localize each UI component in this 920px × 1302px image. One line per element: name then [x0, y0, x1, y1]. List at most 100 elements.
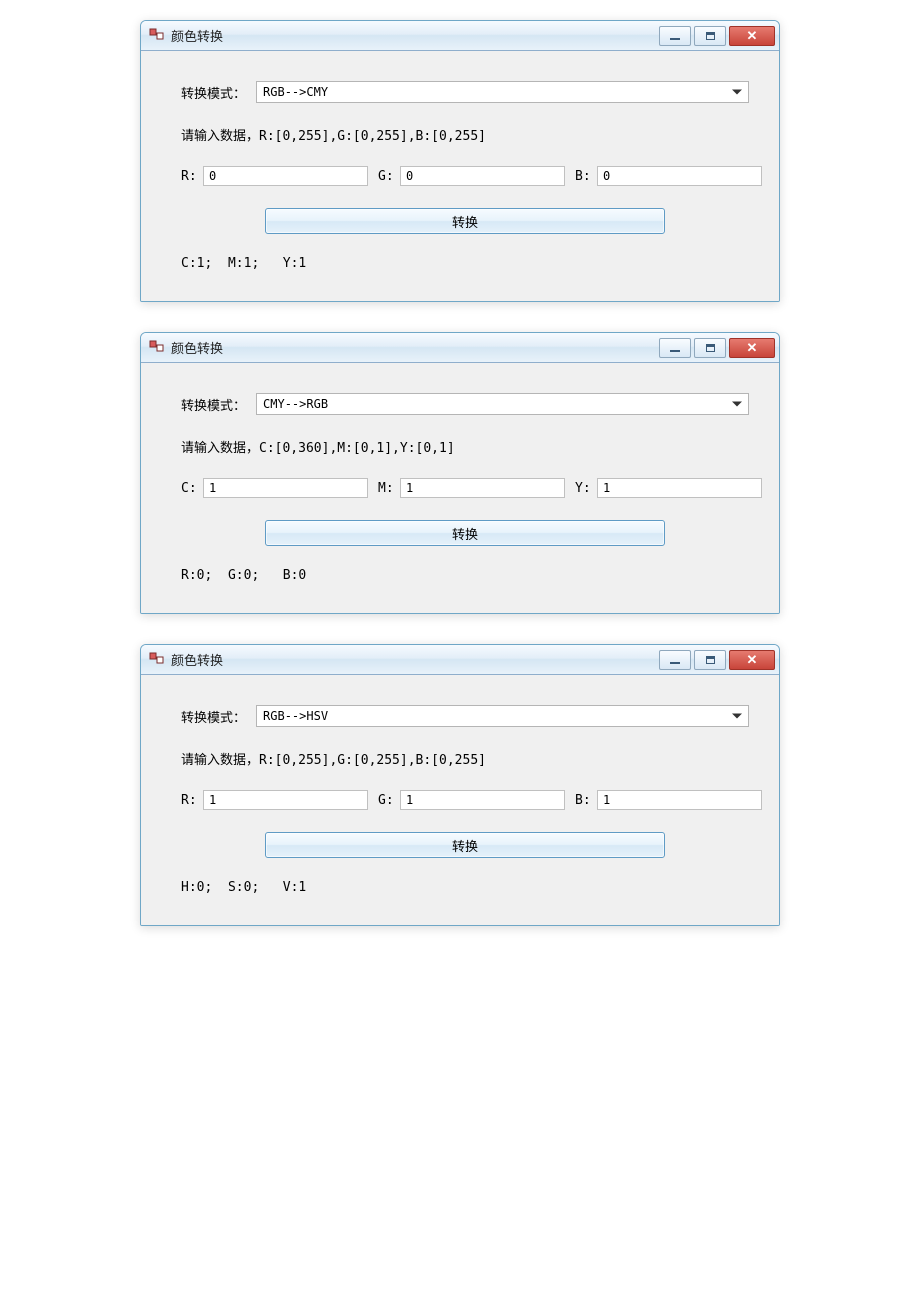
app-icon: [149, 28, 165, 44]
mode-label: 转换模式：: [181, 83, 246, 102]
titlebar[interactable]: 颜色转换 ✕: [141, 645, 779, 675]
input-group-1: C:: [181, 478, 368, 498]
input-group-3: B:: [575, 790, 762, 810]
maximize-button[interactable]: [694, 26, 726, 46]
input-group-1: R:: [181, 166, 368, 186]
input-group-3: B:: [575, 166, 762, 186]
convert-row: 转换: [181, 208, 749, 234]
window-title: 颜色转换: [171, 650, 223, 669]
input-label-1: R:: [181, 169, 203, 184]
mode-select[interactable]: CMY-->RGB: [256, 393, 749, 415]
minimize-button[interactable]: [659, 338, 691, 358]
convert-row: 转换: [181, 832, 749, 858]
mode-select[interactable]: RGB-->CMY: [256, 81, 749, 103]
inputs-row: C: M: Y:: [181, 478, 749, 498]
input-label-2: G:: [378, 169, 400, 184]
client-area: 转换模式： RGB-->CMY 请输入数据，R:[0,255],G:[0,255…: [141, 51, 779, 301]
inputs-row: R: G: B:: [181, 166, 749, 186]
window: 颜色转换 ✕ 转换模式： RGB-->CMY 请输入数据，R:[0,255],G…: [140, 20, 780, 302]
input-label-1: C:: [181, 481, 203, 496]
app-icon: [149, 340, 165, 356]
input-field-2[interactable]: [400, 478, 565, 498]
close-button[interactable]: ✕: [729, 26, 775, 46]
convert-button[interactable]: 转换: [265, 832, 665, 858]
window-controls: ✕: [656, 26, 775, 46]
maximize-button[interactable]: [694, 650, 726, 670]
close-icon: ✕: [747, 28, 758, 44]
result-text: C:1; M:1; Y:1: [181, 256, 306, 271]
input-field-2[interactable]: [400, 790, 565, 810]
input-label-3: B:: [575, 793, 597, 808]
client-area: 转换模式： RGB-->HSV 请输入数据，R:[0,255],G:[0,255…: [141, 675, 779, 925]
window: 颜色转换 ✕ 转换模式： CMY-->RGB 请输入数据，C:[0,360],M…: [140, 332, 780, 614]
titlebar[interactable]: 颜色转换 ✕: [141, 21, 779, 51]
input-group-3: Y:: [575, 478, 762, 498]
result-row: H:0; S:0; V:1: [181, 880, 749, 895]
chevron-down-icon: [732, 402, 742, 407]
input-label-2: M:: [378, 481, 400, 496]
inputs-row: R: G: B:: [181, 790, 749, 810]
mode-label: 转换模式：: [181, 707, 246, 726]
input-field-1[interactable]: [203, 790, 368, 810]
mode-row: 转换模式： RGB-->HSV: [181, 705, 749, 727]
titlebar[interactable]: 颜色转换 ✕: [141, 333, 779, 363]
window-controls: ✕: [656, 338, 775, 358]
input-hint: 请输入数据，C:[0,360],M:[0,1],Y:[0,1]: [181, 437, 455, 456]
mode-row: 转换模式： RGB-->CMY: [181, 81, 749, 103]
input-field-3[interactable]: [597, 166, 762, 186]
input-group-1: R:: [181, 790, 368, 810]
close-icon: ✕: [747, 340, 758, 356]
input-field-3[interactable]: [597, 790, 762, 810]
convert-button-label: 转换: [452, 524, 478, 543]
result-text: H:0; S:0; V:1: [181, 880, 306, 895]
input-hint: 请输入数据，R:[0,255],G:[0,255],B:[0,255]: [181, 125, 486, 144]
minimize-button[interactable]: [659, 650, 691, 670]
input-group-2: G:: [378, 166, 565, 186]
maximize-icon: [706, 656, 715, 664]
chevron-down-icon: [732, 90, 742, 95]
close-button[interactable]: ✕: [729, 338, 775, 358]
input-group-2: M:: [378, 478, 565, 498]
minimize-icon: [670, 662, 680, 664]
mode-select-value: RGB-->CMY: [263, 85, 328, 99]
minimize-icon: [670, 38, 680, 40]
mode-select-value: CMY-->RGB: [263, 397, 328, 411]
convert-button-label: 转换: [452, 212, 478, 231]
mode-label: 转换模式：: [181, 395, 246, 414]
input-field-1[interactable]: [203, 478, 368, 498]
minimize-button[interactable]: [659, 26, 691, 46]
input-field-3[interactable]: [597, 478, 762, 498]
window-title: 颜色转换: [171, 26, 223, 45]
close-button[interactable]: ✕: [729, 650, 775, 670]
mode-select-value: RGB-->HSV: [263, 709, 328, 723]
input-group-2: G:: [378, 790, 565, 810]
mode-select[interactable]: RGB-->HSV: [256, 705, 749, 727]
window-title: 颜色转换: [171, 338, 223, 357]
convert-button[interactable]: 转换: [265, 208, 665, 234]
result-row: R:0; G:0; B:0: [181, 568, 749, 583]
input-label-3: Y:: [575, 481, 597, 496]
maximize-icon: [706, 32, 715, 40]
input-label-3: B:: [575, 169, 597, 184]
convert-row: 转换: [181, 520, 749, 546]
chevron-down-icon: [732, 714, 742, 719]
minimize-icon: [670, 350, 680, 352]
result-row: C:1; M:1; Y:1: [181, 256, 749, 271]
client-area: 转换模式： CMY-->RGB 请输入数据，C:[0,360],M:[0,1],…: [141, 363, 779, 613]
hint-row: 请输入数据，R:[0,255],G:[0,255],B:[0,255]: [181, 125, 749, 144]
close-icon: ✕: [747, 652, 758, 668]
convert-button[interactable]: 转换: [265, 520, 665, 546]
result-text: R:0; G:0; B:0: [181, 568, 306, 583]
input-hint: 请输入数据，R:[0,255],G:[0,255],B:[0,255]: [181, 749, 486, 768]
input-label-2: G:: [378, 793, 400, 808]
window: 颜色转换 ✕ 转换模式： RGB-->HSV 请输入数据，R:[0,255],G…: [140, 644, 780, 926]
mode-row: 转换模式： CMY-->RGB: [181, 393, 749, 415]
maximize-button[interactable]: [694, 338, 726, 358]
input-label-1: R:: [181, 793, 203, 808]
input-field-2[interactable]: [400, 166, 565, 186]
hint-row: 请输入数据，C:[0,360],M:[0,1],Y:[0,1]: [181, 437, 749, 456]
app-icon: [149, 652, 165, 668]
input-field-1[interactable]: [203, 166, 368, 186]
maximize-icon: [706, 344, 715, 352]
hint-row: 请输入数据，R:[0,255],G:[0,255],B:[0,255]: [181, 749, 749, 768]
